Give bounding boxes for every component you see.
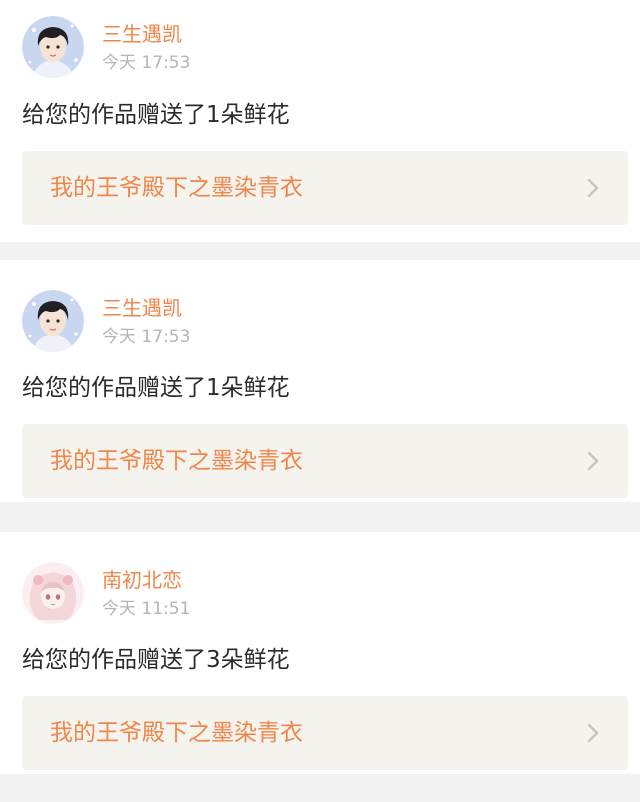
timestamp: 今天 17:53 <box>102 53 191 73</box>
username[interactable]: 南初北恋 <box>102 567 182 593</box>
work-link[interactable]: 我的王爷殿下之墨染青衣 <box>22 696 628 770</box>
user-avatar-icon <box>22 290 84 352</box>
notification-card: 三生遇凯 今天 17:53 给您的作品赠送了1朵鲜花 我的王爷殿下之墨染青衣 <box>0 0 640 242</box>
user-avatar-icon <box>22 562 84 624</box>
username[interactable]: 三生遇凯 <box>102 21 182 47</box>
timestamp: 今天 17:53 <box>102 327 191 347</box>
work-link[interactable]: 我的王爷殿下之墨染青衣 <box>22 424 628 498</box>
gift-message: 给您的作品赠送了1朵鲜花 <box>22 375 290 401</box>
notification-feed: 三生遇凯 今天 17:53 给您的作品赠送了1朵鲜花 我的王爷殿下之墨染青衣 三… <box>0 0 640 802</box>
chevron-right-icon <box>587 451 599 471</box>
work-link[interactable]: 我的王爷殿下之墨染青衣 <box>22 151 628 225</box>
username[interactable]: 三生遇凯 <box>102 295 182 321</box>
user-avatar[interactable] <box>22 562 84 624</box>
gift-message: 给您的作品赠送了3朵鲜花 <box>22 647 290 673</box>
chevron-right-icon <box>587 178 599 198</box>
work-title: 我的王爷殿下之墨染青衣 <box>50 175 303 201</box>
user-avatar-icon <box>22 16 84 78</box>
notification-card: 三生遇凯 今天 17:53 给您的作品赠送了1朵鲜花 我的王爷殿下之墨染青衣 <box>0 260 640 502</box>
work-title: 我的王爷殿下之墨染青衣 <box>50 448 303 474</box>
chevron-right-icon <box>587 723 599 743</box>
gift-message: 给您的作品赠送了1朵鲜花 <box>22 102 290 128</box>
work-title: 我的王爷殿下之墨染青衣 <box>50 720 303 746</box>
notification-card: 南初北恋 今天 11:51 给您的作品赠送了3朵鲜花 我的王爷殿下之墨染青衣 <box>0 532 640 774</box>
user-avatar[interactable] <box>22 16 84 78</box>
timestamp: 今天 11:51 <box>102 599 191 619</box>
user-avatar[interactable] <box>22 290 84 352</box>
